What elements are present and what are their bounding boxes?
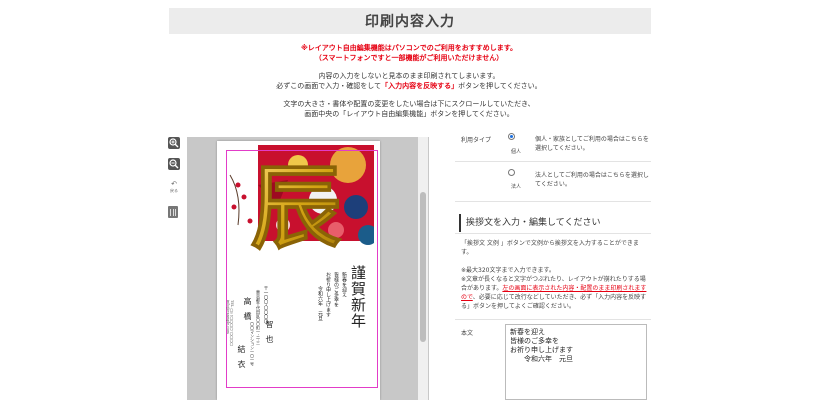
- notice-red: ※レイアウト自由編集機能はパソコンでのご利用をおすすめします。 （スマートフォン…: [0, 43, 818, 63]
- card-message-2: 皆様のご多幸を: [333, 272, 339, 307]
- info-line-2-pre: 必ずこの画面で入力・確認をして: [276, 82, 382, 90]
- undo-button[interactable]: ↶ 戻る: [168, 180, 180, 194]
- page-title-bar: 印刷内容入力: [169, 8, 651, 34]
- radio-personal-short: 個人: [511, 149, 522, 155]
- card-given-name-1: 智也: [265, 320, 274, 350]
- zoom-in-icon[interactable]: [168, 137, 180, 149]
- notice-red-line-2: （スマートフォンですと一部機能がご利用いただけません）: [314, 54, 504, 62]
- radio-corporate-short: 法人: [511, 184, 522, 190]
- greeting-note-2: ※文章が長くなると文字がつぶれたり、レイアウトが崩れたりする場合があります。左の…: [461, 275, 649, 311]
- notice-red-line-1: ※レイアウト自由編集機能はパソコンでのご利用をおすすめします。: [300, 44, 518, 52]
- greeting-body-textarea[interactable]: 新春を迎え 皆様のご多幸を お祈り申し上げます 令和六年 元旦: [505, 324, 647, 400]
- info-line-3: 文字の大きさ・書体や配置の変更をしたい場合は下にスクロールしていただき、: [283, 100, 535, 108]
- notice-scroll: 文字の大きさ・書体や配置の変更をしたい場合は下にスクロールしていただき、 画面中…: [0, 99, 818, 119]
- card-message-4: 令和六年 元旦: [317, 286, 323, 321]
- radio-personal[interactable]: [508, 133, 515, 140]
- notice-info: 内容の入力をしないと見本のまま印刷されてしまいます。 必ずこの画面で入力・確認を…: [0, 71, 818, 91]
- radio-personal-desc: 個人・家族としてご利用の場合はこちらを選択してください。: [535, 136, 649, 152]
- card-contact-mail: info@example.com: [226, 300, 230, 334]
- preview-scroll-thumb[interactable]: [420, 192, 426, 342]
- greeting-desc: 「挨拶文 文例 」ボタンで文例から挨拶文を入力することができます。: [461, 240, 639, 256]
- greeting-section-title: 挨拶文を入力・編集してください: [459, 214, 658, 232]
- greeting-note-2-post: 、必要に応じて改行などしていただき、必ず「入力内容を反映する」ボタンを押してよく…: [461, 294, 647, 310]
- card-given-name-2: 結衣: [237, 345, 246, 375]
- body-label: 本文: [461, 330, 474, 337]
- info-line-1: 内容の入力をしないと見本のまま印刷されてしまいます。: [318, 72, 500, 80]
- divider: [455, 233, 651, 234]
- zoom-out-icon[interactable]: [168, 158, 180, 170]
- divider: [455, 161, 651, 162]
- info-line-2: 必ずこの画面で入力・確認をして「入力内容を反映する」ボタンを押してください。: [0, 81, 818, 91]
- info-line-2-post: ボタンを押してください。: [458, 82, 542, 90]
- card-message-1: 新春を迎え: [341, 272, 347, 297]
- trash-icon[interactable]: [168, 206, 178, 218]
- card-family-name: 高橋: [243, 297, 252, 327]
- info-line-4: 画面中央の「レイアウト自由編集機能」ボタンを押してください。: [304, 110, 514, 118]
- radio-corporate[interactable]: [508, 169, 515, 176]
- card-message-3: お祈り申し上げます: [325, 272, 331, 317]
- card-address-1: 東京都千代田区〇〇町一-二-三: [256, 290, 261, 345]
- undo-icon: ↶: [171, 180, 177, 188]
- usage-type-label: 利用タイプ: [461, 137, 492, 144]
- page-title: 印刷内容入力: [365, 14, 455, 30]
- divider: [455, 201, 651, 202]
- card-address-2: 〇〇マンション一〇一号: [250, 322, 255, 366]
- greeting-note-1: ※最大320文字まで入力できます。: [461, 267, 555, 274]
- card-postal: 〒一〇〇-〇〇〇〇: [263, 286, 268, 324]
- divider: [455, 319, 651, 320]
- radio-corporate-desc: 法人としてご利用の場合はこちらを選択してください。: [535, 172, 649, 188]
- card-greeting-big: 謹賀新年: [349, 265, 367, 329]
- info-line-2-red: 「入力内容を反映する」: [381, 82, 459, 90]
- undo-label: 戻る: [170, 188, 178, 193]
- card-contact-tel: TEL 〇三-〇〇〇〇-〇〇〇〇: [230, 300, 234, 346]
